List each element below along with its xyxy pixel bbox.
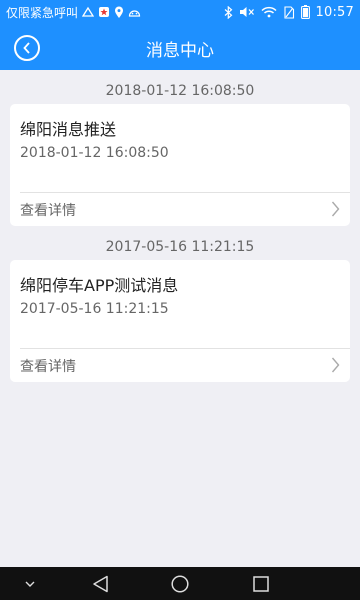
message-list: 2018-01-12 16:08:50 绵阳消息推送 2018-01-12 16…	[0, 70, 360, 382]
message-card[interactable]: 绵阳消息推送 2018-01-12 16:08:50 查看详情	[10, 104, 350, 226]
message-title: 绵阳停车APP测试消息	[20, 276, 179, 295]
mute-icon	[239, 6, 255, 18]
clock-time: 10:57	[315, 4, 354, 20]
signal-icon	[82, 6, 95, 18]
recents-icon[interactable]	[249, 567, 273, 600]
page-title: 消息中心	[146, 41, 214, 61]
system-navigation-bar	[0, 567, 360, 600]
carrier-text: 仅限紧急呼叫	[6, 5, 79, 20]
home-icon[interactable]	[168, 567, 192, 600]
message-time: 2018-01-12 16:08:50	[20, 145, 169, 161]
message-date-header: 2017-05-16 11:21:15	[105, 239, 255, 255]
wifi-icon	[261, 6, 277, 18]
status-bar: 仅限紧急呼叫 10:57	[0, 0, 360, 24]
notification-icon	[98, 6, 110, 18]
android-icon	[128, 7, 141, 18]
back-icon[interactable]	[88, 567, 112, 600]
collapse-icon[interactable]	[18, 567, 42, 600]
chevron-right-icon[interactable]	[331, 201, 340, 221]
message-time: 2017-05-16 11:21:15	[20, 301, 169, 317]
message-title: 绵阳消息推送	[20, 120, 117, 139]
chevron-right-icon[interactable]	[331, 357, 340, 377]
battery-icon	[300, 5, 310, 19]
header-bar: 消息中心	[0, 24, 360, 70]
view-details-link[interactable]: 查看详情	[20, 200, 76, 220]
divider	[20, 192, 350, 193]
divider	[20, 348, 350, 349]
view-details-link[interactable]: 查看详情	[20, 356, 76, 376]
no-sim-icon	[283, 5, 295, 19]
message-date-header: 2018-01-12 16:08:50	[105, 83, 255, 99]
message-card[interactable]: 绵阳停车APP测试消息 2017-05-16 11:21:15 查看详情	[10, 260, 350, 382]
location-icon	[114, 6, 124, 19]
bluetooth-icon	[224, 5, 233, 19]
